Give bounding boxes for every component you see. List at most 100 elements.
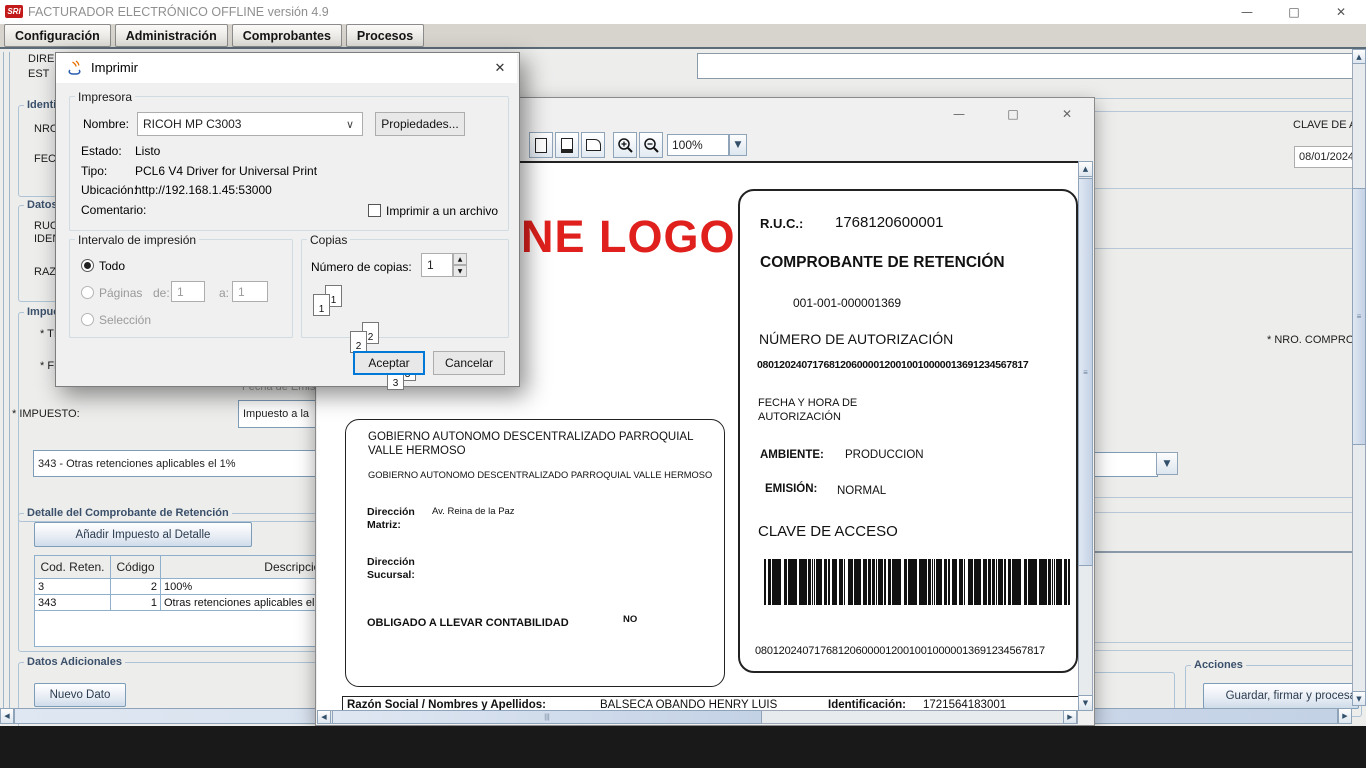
label-clave-acceso: CLAVE DE A	[1293, 119, 1356, 131]
col-header-descripcion[interactable]: Descripción	[161, 556, 331, 579]
copies-label: Número de copias:	[311, 260, 412, 274]
print-dialog: Imprimir ✕ Impresora Nombre: RICOH MP C3…	[55, 52, 520, 387]
scroll-up-icon[interactable]: ▲	[1078, 161, 1093, 177]
radio-paginas-label: Páginas	[99, 286, 142, 300]
scroll-up-icon[interactable]: ▲	[1352, 49, 1366, 64]
collate-page: 1	[313, 294, 330, 316]
group-fragment	[1090, 672, 1175, 712]
location-value: http://192.168.1.45:53000	[135, 183, 272, 197]
print-dialog-title: Imprimir	[91, 60, 138, 75]
maximize-icon[interactable]: □	[1279, 2, 1309, 22]
table-row-cell[interactable]: 343	[35, 595, 111, 611]
menu-comprobantes[interactable]: Comprobantes	[232, 24, 342, 47]
radio-seleccion-label: Selección	[99, 313, 151, 327]
label-impuesto: * IMPUESTO:	[12, 408, 80, 420]
ambiente-label: AMBIENTE:	[760, 449, 824, 461]
table-row-cell[interactable]: 3	[35, 579, 111, 595]
minimize-icon[interactable]: —	[944, 104, 974, 124]
chevron-down-icon: ∨	[346, 118, 354, 131]
group-copias-label: Copias	[307, 233, 350, 247]
zoom-combo-down-icon[interactable]: ▼	[729, 134, 747, 156]
no-logo-text: NE LOGO	[521, 211, 736, 263]
cancelar-button[interactable]: Cancelar	[433, 351, 505, 375]
comment-label: Comentario:	[81, 203, 146, 217]
page-landscape-button[interactable]	[581, 132, 605, 158]
printer-select[interactable]: RICOH MP C3003 ∨	[137, 112, 363, 136]
emision-value: NORMAL	[837, 485, 886, 497]
dir-sucursal-label-1: Dirección	[367, 556, 415, 568]
doc-right-panel: R.U.C.: 1768120600001 COMPROBANTE DE RET…	[738, 189, 1078, 673]
radio-paginas[interactable]	[81, 286, 94, 299]
type-label: Tipo:	[81, 164, 107, 178]
preview-vscroll-thumb[interactable]: ≡	[1078, 178, 1093, 566]
col-header-codigo[interactable]: Código	[111, 556, 161, 579]
zoom-out-button[interactable]	[639, 132, 663, 158]
dir-matriz-label-1: Dirección	[367, 506, 415, 518]
add-impuesto-button[interactable]: Añadir Impuesto al Detalle	[34, 522, 252, 547]
scroll-right-icon[interactable]: ▶	[1338, 708, 1352, 724]
spin-down-icon[interactable]: ▼	[453, 265, 467, 277]
menu-procesos[interactable]: Procesos	[346, 24, 424, 47]
table-row-cell[interactable]: 2	[111, 579, 161, 595]
radio-seleccion[interactable]	[81, 313, 94, 326]
radio-todo[interactable]	[81, 259, 94, 272]
doc-bottom-row: Razón Social / Nombres y Apellidos: BALS…	[342, 696, 1078, 711]
main-vscroll-thumb[interactable]: ≡	[1352, 188, 1366, 445]
contabilidad-label: OBLIGADO A LLEVAR CONTABILIDAD	[367, 617, 569, 629]
group-datos-adicionales-label: Datos Adicionales	[24, 656, 125, 668]
col-header-cod-reten[interactable]: Cod. Reten.	[35, 556, 111, 579]
preview-hscroll-thumb[interactable]: |||	[332, 710, 762, 724]
dir-matriz-label-2: Matriz:	[367, 519, 401, 531]
scroll-down-icon[interactable]: ▼	[1352, 691, 1366, 706]
page-landscape-icon	[586, 139, 601, 151]
top-input-field[interactable]	[697, 53, 1361, 79]
spin-up-icon[interactable]: ▲	[453, 253, 467, 265]
scroll-left-icon[interactable]: ◀	[0, 708, 14, 724]
properties-button[interactable]: Propiedades...	[375, 112, 465, 136]
auth-date-label-2: AUTORIZACIÓN	[758, 411, 841, 423]
collate-page: 2	[350, 331, 367, 353]
scroll-down-icon[interactable]: ▼	[1078, 695, 1093, 711]
combo-down-icon[interactable]: ▼	[1156, 452, 1178, 475]
page-setup-button[interactable]	[555, 132, 579, 158]
table-row-cell[interactable]: Otras retenciones aplicables el	[161, 595, 331, 611]
group-detalle-label: Detalle del Comprobante de Retención	[24, 507, 232, 519]
nuevo-dato-button[interactable]: Nuevo Dato	[34, 683, 126, 707]
menu-administracion[interactable]: Administración	[115, 24, 228, 47]
table-row-cell[interactable]: 100%	[161, 579, 331, 595]
copies-field[interactable]: 1	[421, 253, 453, 277]
minimize-icon[interactable]: —	[1232, 2, 1262, 22]
zoom-level-field[interactable]: 100%	[667, 134, 729, 156]
menu-configuracion[interactable]: Configuración	[4, 24, 111, 47]
dir-matriz-value: Av. Reina de la Paz	[432, 506, 515, 517]
ruc-label: R.U.C.:	[760, 216, 803, 231]
retencion-list-item[interactable]: 343 - Otras retenciones aplicables el 1%	[33, 450, 330, 477]
scroll-right-icon[interactable]: ▶	[1063, 710, 1077, 724]
status-value: Listo	[135, 144, 160, 158]
menu-bar: Configuración Administración Comprobante…	[0, 24, 1366, 49]
fecha-field[interactable]: 08/01/2024	[1294, 146, 1354, 168]
auth-number: 0801202407176812060000120010010000013691…	[757, 359, 1028, 371]
page-icon	[535, 138, 547, 153]
collate-pages-1: 1 1	[313, 285, 345, 322]
label-fec: FEC	[34, 153, 56, 165]
maximize-icon[interactable]: □	[998, 104, 1028, 124]
guardar-firmar-button[interactable]: Guardar, firmar y procesa	[1203, 683, 1359, 709]
zoom-out-icon	[643, 137, 659, 153]
page-portrait-button[interactable]	[529, 132, 553, 158]
table-row-cell[interactable]: 1	[111, 595, 161, 611]
print-to-file-checkbox[interactable]	[368, 204, 381, 217]
clave-acceso-label: CLAVE DE ACCESO	[758, 523, 898, 540]
emision-label: EMISIÓN:	[765, 483, 817, 495]
scroll-left-icon[interactable]: ◀	[317, 710, 331, 724]
close-icon[interactable]: ✕	[486, 58, 514, 78]
close-icon[interactable]: ✕	[1052, 104, 1082, 124]
panel-border	[9, 52, 10, 708]
zoom-in-button[interactable]	[613, 132, 637, 158]
to-field[interactable]: 1	[232, 281, 268, 302]
aceptar-button[interactable]: Aceptar	[353, 351, 425, 375]
detalle-table: Cod. Reten. Código Descripción 3 2 100% …	[34, 555, 332, 647]
radio-todo-label: Todo	[99, 259, 125, 273]
close-icon[interactable]: ✕	[1326, 2, 1356, 22]
from-field[interactable]: 1	[171, 281, 205, 302]
